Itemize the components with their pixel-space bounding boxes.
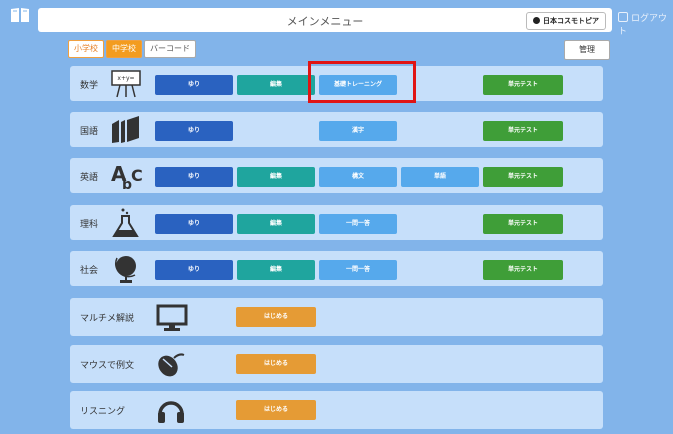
extra-row-listening: リスニング はじめる	[70, 391, 603, 429]
globe-icon	[114, 256, 136, 283]
book-icon[interactable]	[10, 7, 30, 23]
subject-label-math: 数学	[80, 81, 99, 91]
subject-label-japanese: 国語	[80, 127, 99, 137]
subject-row-japanese: 国語 ゆり 漢字 単元テスト	[70, 112, 603, 147]
user-icon	[533, 17, 540, 24]
subject-row-science: 理科 ゆり 編集 一問一答 単元テスト	[70, 205, 603, 240]
english-composition-button[interactable]: 構文	[319, 167, 397, 187]
social-app-button[interactable]: ゆり	[155, 260, 233, 280]
tab-junior-high[interactable]: 中学校	[106, 40, 142, 58]
math-unit-test-button[interactable]: 単元テスト	[483, 75, 563, 95]
social-edit-button[interactable]: 編集	[237, 260, 315, 280]
mouse-start-button[interactable]: はじめる	[236, 354, 316, 374]
subject-row-english: 英語 A b C ゆり 編集 構文 単語 単元テスト	[70, 158, 603, 193]
math-app-button[interactable]: ゆり	[155, 75, 233, 95]
science-unit-test-button[interactable]: 単元テスト	[483, 214, 563, 234]
chalkboard-icon: x+y=	[111, 70, 141, 98]
subject-label-social: 社会	[80, 266, 99, 276]
flask-icon	[112, 208, 139, 237]
tab-barcode[interactable]: バーコード	[144, 40, 196, 58]
japanese-unit-test-button[interactable]: 単元テスト	[483, 121, 563, 141]
social-qa-button[interactable]: 一問一答	[319, 260, 397, 280]
japanese-kanji-button[interactable]: 漢字	[319, 121, 397, 141]
extra-label-listening: リスニング	[80, 407, 126, 417]
extra-row-mouse: マウスで例文 はじめる	[70, 345, 603, 383]
math-edit-button[interactable]: 編集	[237, 75, 315, 95]
headphones-icon	[158, 401, 184, 423]
science-app-button[interactable]: ゆり	[155, 214, 233, 234]
admin-button[interactable]: 管理	[564, 40, 610, 60]
english-unit-test-button[interactable]: 単元テスト	[483, 167, 563, 187]
english-vocabulary-button[interactable]: 単語	[401, 167, 479, 187]
subject-label-english: 英語	[80, 173, 99, 183]
subject-label-science: 理科	[80, 220, 99, 230]
subject-row-social: 社会 ゆり 編集 一問一答 単元テスト	[70, 251, 603, 286]
books-icon	[112, 116, 139, 143]
svg-text:x+y=: x+y=	[117, 75, 134, 82]
school-tabs: 小学校 中学校 バーコード	[68, 40, 196, 58]
tab-elementary[interactable]: 小学校	[68, 40, 104, 58]
multi-start-button[interactable]: はじめる	[236, 307, 316, 327]
org-button[interactable]: 日本コスモトピア	[526, 12, 606, 30]
extra-label-multi: マルチメ解説	[80, 314, 135, 324]
monitor-icon	[156, 304, 188, 331]
svg-text:C: C	[131, 166, 142, 185]
japanese-app-button[interactable]: ゆり	[155, 121, 233, 141]
top-bar: メインメニュー 日本コスモトピア ログアウト	[0, 0, 673, 38]
science-qa-button[interactable]: 一問一答	[319, 214, 397, 234]
logout-icon	[618, 12, 628, 22]
extra-label-mouse: マウスで例文	[80, 361, 135, 371]
listening-start-button[interactable]: はじめる	[236, 400, 316, 420]
extra-row-multi: マルチメ解説 はじめる	[70, 298, 603, 336]
abc-icon: A b C	[111, 162, 142, 191]
english-app-button[interactable]: ゆり	[155, 167, 233, 187]
logout-button[interactable]: ログアウト	[618, 11, 673, 37]
science-edit-button[interactable]: 編集	[237, 214, 315, 234]
english-edit-button[interactable]: 編集	[237, 167, 315, 187]
social-unit-test-button[interactable]: 単元テスト	[483, 260, 563, 280]
highlight-box	[308, 61, 416, 103]
org-label: 日本コスモトピア	[543, 17, 599, 25]
title-bar: メインメニュー 日本コスモトピア	[38, 8, 612, 32]
mouse-icon	[158, 353, 185, 377]
